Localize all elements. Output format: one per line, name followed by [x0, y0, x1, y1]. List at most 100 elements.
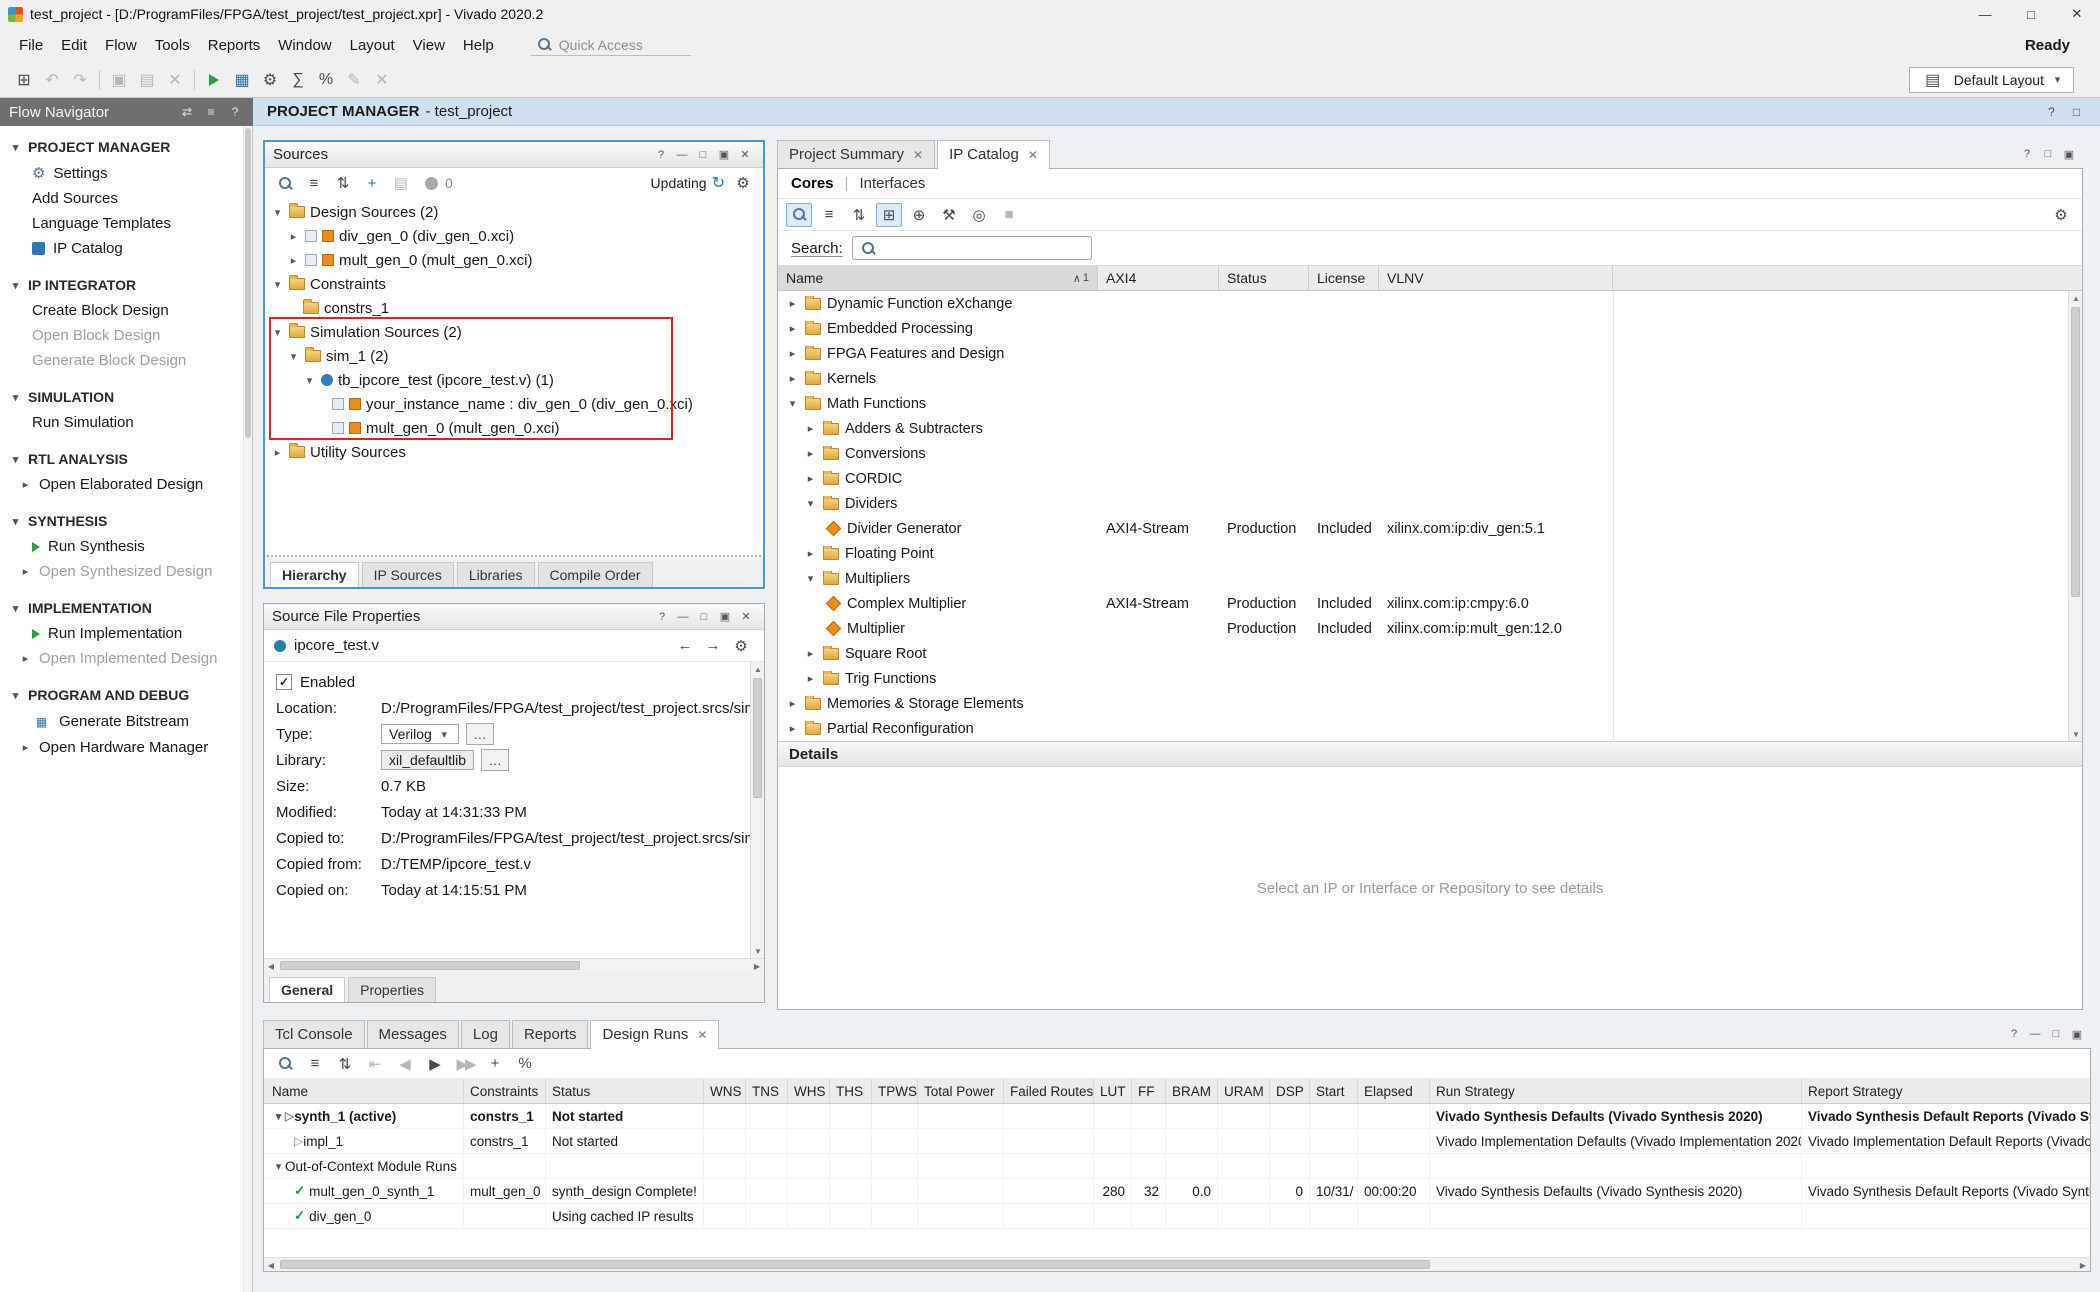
sources-panel-header[interactable]: Sources ? — □ ▣ ✕	[265, 142, 763, 168]
hierarchy-view-icon[interactable]: ⊞	[876, 203, 902, 227]
subtab-interfaces[interactable]: Interfaces	[859, 175, 925, 192]
properties-vertical-scrollbar[interactable]: ▲ ▼	[750, 662, 764, 958]
sources-tree-row[interactable]: ▾Constraints	[265, 272, 763, 296]
menu-flow[interactable]: Flow	[96, 32, 146, 59]
search-icon[interactable]	[272, 1052, 298, 1076]
scroll-down-icon[interactable]: ▼	[2069, 727, 2082, 741]
customize-ip-icon[interactable]: ⚒	[936, 203, 962, 227]
menu-view[interactable]: View	[404, 32, 454, 59]
column-header-vlnv[interactable]: VLNV	[1379, 266, 1613, 290]
stop-icon[interactable]: ■	[996, 203, 1022, 227]
catalog-vertical-scrollbar[interactable]: ▲ ▼	[2068, 291, 2082, 741]
minimize-button[interactable]: —	[1962, 0, 2008, 28]
percent-icon[interactable]: %	[512, 1052, 538, 1076]
chevron-right-icon[interactable]: ▸	[786, 297, 799, 310]
fast-forward-icon[interactable]: ▶▶	[452, 1052, 478, 1076]
ip-catalog-category-row[interactable]: ▸Floating Point	[778, 541, 2082, 566]
sidebar-item-open-block-design[interactable]: Open Block Design	[0, 323, 252, 348]
sources-tree-row[interactable]: ▸mult_gen_0 (mult_gen_0.xci)	[265, 248, 763, 272]
sidebar-item-generate-block-design[interactable]: Generate Block Design	[0, 348, 252, 373]
help-icon[interactable]: ?	[651, 145, 671, 165]
design-runs-horizontal-scrollbar[interactable]: ◀ ▶	[264, 1257, 2090, 1271]
expand-all-icon[interactable]: ⇅	[332, 1052, 358, 1076]
tab-log[interactable]: Log	[461, 1020, 510, 1048]
add-repository-icon[interactable]: ⊕	[906, 203, 932, 227]
sources-tree-row[interactable]: ▾Simulation Sources (2)	[265, 320, 763, 344]
chevron-right-icon[interactable]: ▸	[271, 446, 284, 459]
chevron-right-icon[interactable]: ▸	[804, 422, 817, 435]
ip-catalog-category-row[interactable]: ▾Dividers	[778, 491, 2082, 516]
tab-hierarchy[interactable]: Hierarchy	[270, 562, 359, 587]
sidebar-item-open-hardware-manager[interactable]: ▸Open Hardware Manager	[0, 735, 252, 760]
sidebar-item-open-elaborated-design[interactable]: ▸Open Elaborated Design	[0, 472, 252, 497]
tab-ip-catalog[interactable]: IP Catalog✕	[937, 140, 1050, 169]
column-header[interactable]: WHS	[788, 1079, 830, 1103]
chevron-right-icon[interactable]: ▸	[804, 647, 817, 660]
scroll-down-icon[interactable]: ▼	[751, 944, 764, 958]
sources-tree-row[interactable]: ▸div_gen_0 (div_gen_0.xci)	[265, 224, 763, 248]
sidebar-item-settings[interactable]: ⚙Settings	[0, 160, 252, 186]
chevron-down-icon[interactable]: ▾	[804, 497, 817, 510]
library-field[interactable]: xil_defaultlib	[381, 750, 474, 770]
scrollbar-thumb[interactable]	[245, 128, 251, 438]
design-run-row[interactable]: ✓ mult_gen_0_synth_1 mult_gen_0 synth_de…	[264, 1179, 2090, 1204]
column-header-status[interactable]: Status	[1219, 266, 1309, 290]
ip-catalog-category-row[interactable]: ▸Trig Functions	[778, 666, 2082, 691]
menu-icon[interactable]: ≡	[202, 103, 220, 121]
ip-catalog-category-row[interactable]: ▸Embedded Processing	[778, 316, 2082, 341]
sidebar-item-generate-bitstream[interactable]: ▦Generate Bitstream	[0, 708, 252, 735]
sources-tree-row[interactable]: ▾tb_ipcore_test (ipcore_test.v) (1)	[265, 368, 763, 392]
scroll-up-icon[interactable]: ▲	[751, 662, 764, 676]
chevron-down-icon[interactable]: ▾	[271, 206, 284, 219]
scrollbar-thumb[interactable]	[753, 678, 762, 798]
ip-catalog-category-row[interactable]: ▸Adders & Subtracters	[778, 416, 2082, 441]
column-header[interactable]: LUT	[1094, 1079, 1132, 1103]
search-icon[interactable]	[786, 203, 812, 227]
scroll-right-icon[interactable]: ▶	[2076, 1258, 2090, 1272]
sigma-icon[interactable]: ∑	[284, 67, 312, 93]
float-panel-icon[interactable]: ▣	[714, 145, 734, 165]
expand-all-icon[interactable]: ⇅	[330, 171, 356, 195]
report-icon[interactable]: ▦	[228, 67, 256, 93]
layout-selector[interactable]: ▤ Default Layout ▾	[1909, 67, 2074, 93]
scroll-left-icon[interactable]: ◀	[264, 959, 278, 973]
gear-icon[interactable]: ⚙	[730, 171, 756, 195]
open-project-icon[interactable]: ⊞	[10, 67, 38, 93]
design-run-row[interactable]: ▾▷synth_1 (active) constrs_1 Not started…	[264, 1104, 2090, 1129]
sidebar-item-create-block-design[interactable]: Create Block Design	[0, 298, 252, 323]
column-header[interactable]: DSP	[1270, 1079, 1310, 1103]
close-tab-icon[interactable]: ✕	[913, 148, 923, 162]
menu-file[interactable]: File	[10, 32, 52, 59]
chevron-right-icon[interactable]: ▸	[786, 347, 799, 360]
maximize-panel-icon[interactable]: □	[693, 145, 713, 165]
menu-window[interactable]: Window	[269, 32, 340, 59]
ip-catalog-ip-row[interactable]: MultiplierProductionIncludedxilinx.com:i…	[778, 616, 2082, 641]
section-header[interactable]: ▾RTL ANALYSIS	[0, 446, 252, 472]
menu-edit[interactable]: Edit	[52, 32, 96, 59]
tab-project-summary[interactable]: Project Summary✕	[777, 140, 935, 168]
section-header[interactable]: ▾IP INTEGRATOR	[0, 272, 252, 298]
scroll-left-icon[interactable]: ◀	[264, 1258, 278, 1272]
float-panel-icon[interactable]: ▣	[715, 607, 735, 627]
collapse-all-icon[interactable]: ≡	[816, 203, 842, 227]
type-more-button[interactable]: …	[466, 723, 494, 745]
design-run-row[interactable]: ▷impl_1 constrs_1 Not started Vivado Imp…	[264, 1129, 2090, 1154]
tab-ip-sources[interactable]: IP Sources	[362, 562, 454, 587]
maximize-panel-icon[interactable]: □	[2067, 102, 2086, 121]
create-run-icon[interactable]: +	[482, 1052, 508, 1076]
sidebar-item-ip-catalog[interactable]: IP Catalog	[0, 236, 252, 261]
refresh-icon[interactable]: ↻	[712, 173, 725, 193]
scrollbar-thumb[interactable]	[280, 961, 580, 970]
ip-catalog-category-row[interactable]: ▸FPGA Features and Design	[778, 341, 2082, 366]
help-icon[interactable]: ?	[2004, 1024, 2024, 1044]
tab-tcl-console[interactable]: Tcl Console	[263, 1020, 365, 1048]
close-tab-icon[interactable]: ✕	[697, 1028, 707, 1042]
column-header[interactable]: Total Power	[918, 1079, 1004, 1103]
step-back-icon[interactable]: ⇤	[362, 1052, 388, 1076]
minimize-panel-icon[interactable]: —	[672, 145, 692, 165]
column-header[interactable]: TNS	[746, 1079, 788, 1103]
column-header[interactable]: Constraints	[464, 1079, 546, 1103]
percent-icon[interactable]: %	[312, 67, 340, 93]
expand-all-icon[interactable]: ⇅	[846, 203, 872, 227]
chevron-down-icon[interactable]: ▾	[303, 374, 316, 387]
